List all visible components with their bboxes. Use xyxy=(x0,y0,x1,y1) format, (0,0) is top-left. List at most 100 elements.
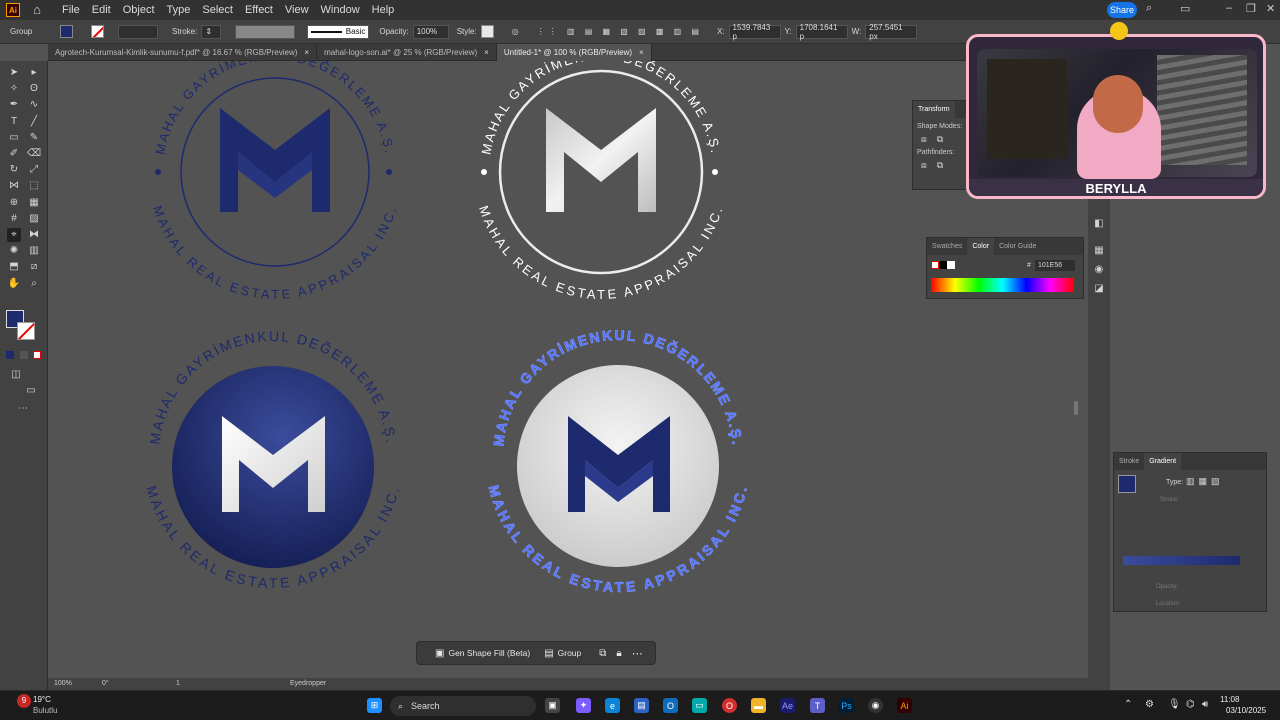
eraser-tool-icon[interactable]: ⌫ xyxy=(27,147,41,161)
color-panel-tab-swatches[interactable]: Swatches xyxy=(927,243,967,250)
illustrator-taskbar-icon[interactable]: Ai xyxy=(897,698,912,713)
scale-tool-icon[interactable]: ⤢ xyxy=(27,163,41,177)
rotation-value[interactable]: 0° xyxy=(102,680,109,687)
color-panel-tab-color-guide[interactable]: Color Guide xyxy=(994,243,1041,250)
shape-mode-icons[interactable]: ⧈⧉ xyxy=(921,134,967,145)
after-effects-icon[interactable]: Ae xyxy=(780,698,795,713)
menu-select[interactable]: Select xyxy=(196,4,239,16)
draw-mode-icon[interactable]: ◫ xyxy=(9,368,23,382)
selection-tool-icon[interactable]: ➤ xyxy=(7,66,21,80)
none-mode-icon[interactable] xyxy=(33,351,41,359)
rectangle-tool-icon[interactable]: ▭ xyxy=(7,131,21,145)
zoom-level[interactable]: 100% xyxy=(54,680,72,687)
blend-tool-icon[interactable]: ⧓ xyxy=(27,228,41,242)
tray-chevron-icon[interactable]: ⌃ xyxy=(1124,699,1132,710)
maximize-icon[interactable]: ❐ xyxy=(1246,2,1256,15)
stroke-weight-stepper[interactable]: ⇕ xyxy=(201,24,222,39)
workspace-icon[interactable]: ▭ xyxy=(1180,2,1190,15)
tray-app-icon[interactable]: ⚙ xyxy=(1145,699,1154,710)
logo-outline-navy[interactable]: MAHAL GAYRİMENKUL DEĞERLEME A.Ş. MAHAL R… xyxy=(150,61,400,302)
menu-object[interactable]: Object xyxy=(117,4,161,16)
menu-type[interactable]: Type xyxy=(161,4,197,16)
file-explorer-icon[interactable]: ▬ xyxy=(751,698,766,713)
brush-dropdown[interactable]: Basic xyxy=(307,24,370,39)
free-transform-tool-icon[interactable]: ⬚ xyxy=(27,179,41,193)
stroke-color-box[interactable] xyxy=(17,322,35,340)
variable-width-dropdown[interactable] xyxy=(235,24,296,39)
artboard-number[interactable]: 1 xyxy=(176,680,180,687)
artboard-tool-icon[interactable]: ⬒ xyxy=(7,260,21,274)
gradient-tool-icon[interactable]: ▨ xyxy=(27,212,41,226)
edge-icon[interactable]: e xyxy=(605,698,620,713)
shaper-tool-icon[interactable]: ✐ xyxy=(7,147,21,161)
menu-edit[interactable]: Edit xyxy=(86,4,117,16)
pathfinder-icons[interactable]: ⧈⧉ xyxy=(921,160,967,171)
menu-view[interactable]: View xyxy=(279,4,315,16)
graph-tool-icon[interactable]: ▥ xyxy=(27,244,41,258)
stroke-color-dropdown[interactable] xyxy=(118,24,158,39)
zoom-tool-icon[interactable]: ⌕ xyxy=(27,277,41,291)
search-icon[interactable]: ⌕ xyxy=(1146,2,1152,15)
microphone-icon[interactable]: 🎙︎ xyxy=(1168,699,1181,710)
gradient-panel-tab-gradient[interactable]: Gradient xyxy=(1144,453,1182,470)
document-tab[interactable]: mahal-logo-son.ai* @ 25 % (RGB/Preview) × xyxy=(317,44,497,61)
curvature-tool-icon[interactable]: ∿ xyxy=(27,98,41,112)
outlook-icon[interactable]: O xyxy=(663,698,678,713)
close-tab-icon[interactable]: × xyxy=(639,48,644,57)
close-icon[interactable]: ✕ xyxy=(1266,2,1275,15)
type-tool-icon[interactable]: T xyxy=(7,115,21,129)
fill-swatch[interactable] xyxy=(60,25,73,38)
color-none-black-white-icons[interactable] xyxy=(931,260,959,270)
screen-mode-icon[interactable]: ▭ xyxy=(24,384,38,398)
gen-shape-fill-button[interactable]: Gen Shape Fill (Beta) xyxy=(448,648,530,658)
transform-tab[interactable]: Transform xyxy=(913,101,955,118)
photoshop-icon[interactable]: Ps xyxy=(839,698,854,713)
isolate-icon[interactable]: ⧉ xyxy=(599,648,606,659)
lasso-tool-icon[interactable]: ʘ xyxy=(27,82,41,96)
x-input[interactable]: 1539.7843 p xyxy=(728,23,781,41)
appearance-icon[interactable]: ◉ xyxy=(1092,263,1106,277)
menu-help[interactable]: Help xyxy=(366,4,401,16)
menu-effect[interactable]: Effect xyxy=(239,4,279,16)
volume-icon[interactable]: 🔊︎ xyxy=(1202,699,1208,710)
share-button[interactable]: Share xyxy=(1107,2,1137,18)
document-tab[interactable]: Untitled-1* @ 100 % (RGB/Preview) × xyxy=(496,44,652,61)
gradient-slider[interactable] xyxy=(1123,556,1240,565)
slice-tool-icon[interactable]: ⧄ xyxy=(27,260,41,274)
chrome-icon[interactable]: ◉ xyxy=(868,698,883,713)
clock-time[interactable]: 11:08 xyxy=(1220,695,1239,704)
weather-condition[interactable]: Bulutlu xyxy=(33,706,57,715)
gradient-preview-swatch[interactable] xyxy=(1118,475,1136,493)
color-panel-tab-color[interactable]: Color xyxy=(967,238,995,255)
style-swatch[interactable] xyxy=(480,25,494,38)
menu-window[interactable]: Window xyxy=(315,4,366,16)
gradient-type-icons[interactable]: ▥▦▧ xyxy=(1186,476,1224,487)
network-icon[interactable]: ⌬ xyxy=(1186,699,1195,710)
copilot-icon[interactable]: ✦ xyxy=(576,698,591,713)
close-tab-icon[interactable]: × xyxy=(304,48,309,57)
menu-file[interactable]: File xyxy=(56,4,86,16)
remote-desktop-icon[interactable]: ▭ xyxy=(692,698,707,713)
pen-tool-icon[interactable]: ✒ xyxy=(7,98,21,112)
hand-tool-icon[interactable]: ✋ xyxy=(7,277,21,291)
properties-icon[interactable]: ◪ xyxy=(1092,282,1106,296)
symbol-sprayer-tool-icon[interactable]: ✺ xyxy=(7,244,21,258)
rotate-tool-icon[interactable]: ↻ xyxy=(7,163,21,177)
eyedropper-tool-icon[interactable]: ⌖ xyxy=(7,228,21,242)
mesh-tool-icon[interactable]: # xyxy=(7,212,21,226)
shape-builder-tool-icon[interactable]: ⊕ xyxy=(7,196,21,210)
lock-icon[interactable]: 🔒︎ xyxy=(616,648,621,659)
close-tab-icon[interactable]: × xyxy=(484,48,489,57)
taskbar-search[interactable]: ⌕ Search xyxy=(390,696,536,716)
logo-filled-navy[interactable]: MAHAL GAYRİMENKUL DEĞERLEME A.Ş. MAHAL R… xyxy=(143,328,402,591)
document-tab[interactable]: Agrotech-Kurumsal-Kimlik-sunumu-f.pdf* @… xyxy=(48,44,318,61)
line-tool-icon[interactable]: ╱ xyxy=(27,115,41,129)
paintbrush-tool-icon[interactable]: ✎ xyxy=(27,131,41,145)
clock-date[interactable]: 03/10/2025 xyxy=(1226,706,1266,715)
more-options-icon[interactable]: ⋯ xyxy=(632,647,643,660)
libraries-icon[interactable]: ▦ xyxy=(1092,244,1106,258)
stroke-swatch[interactable] xyxy=(91,25,104,38)
home-icon[interactable]: ⌂ xyxy=(30,3,44,17)
opacity-input[interactable]: 100% xyxy=(412,24,449,39)
start-icon[interactable]: ⊞ xyxy=(367,698,382,713)
